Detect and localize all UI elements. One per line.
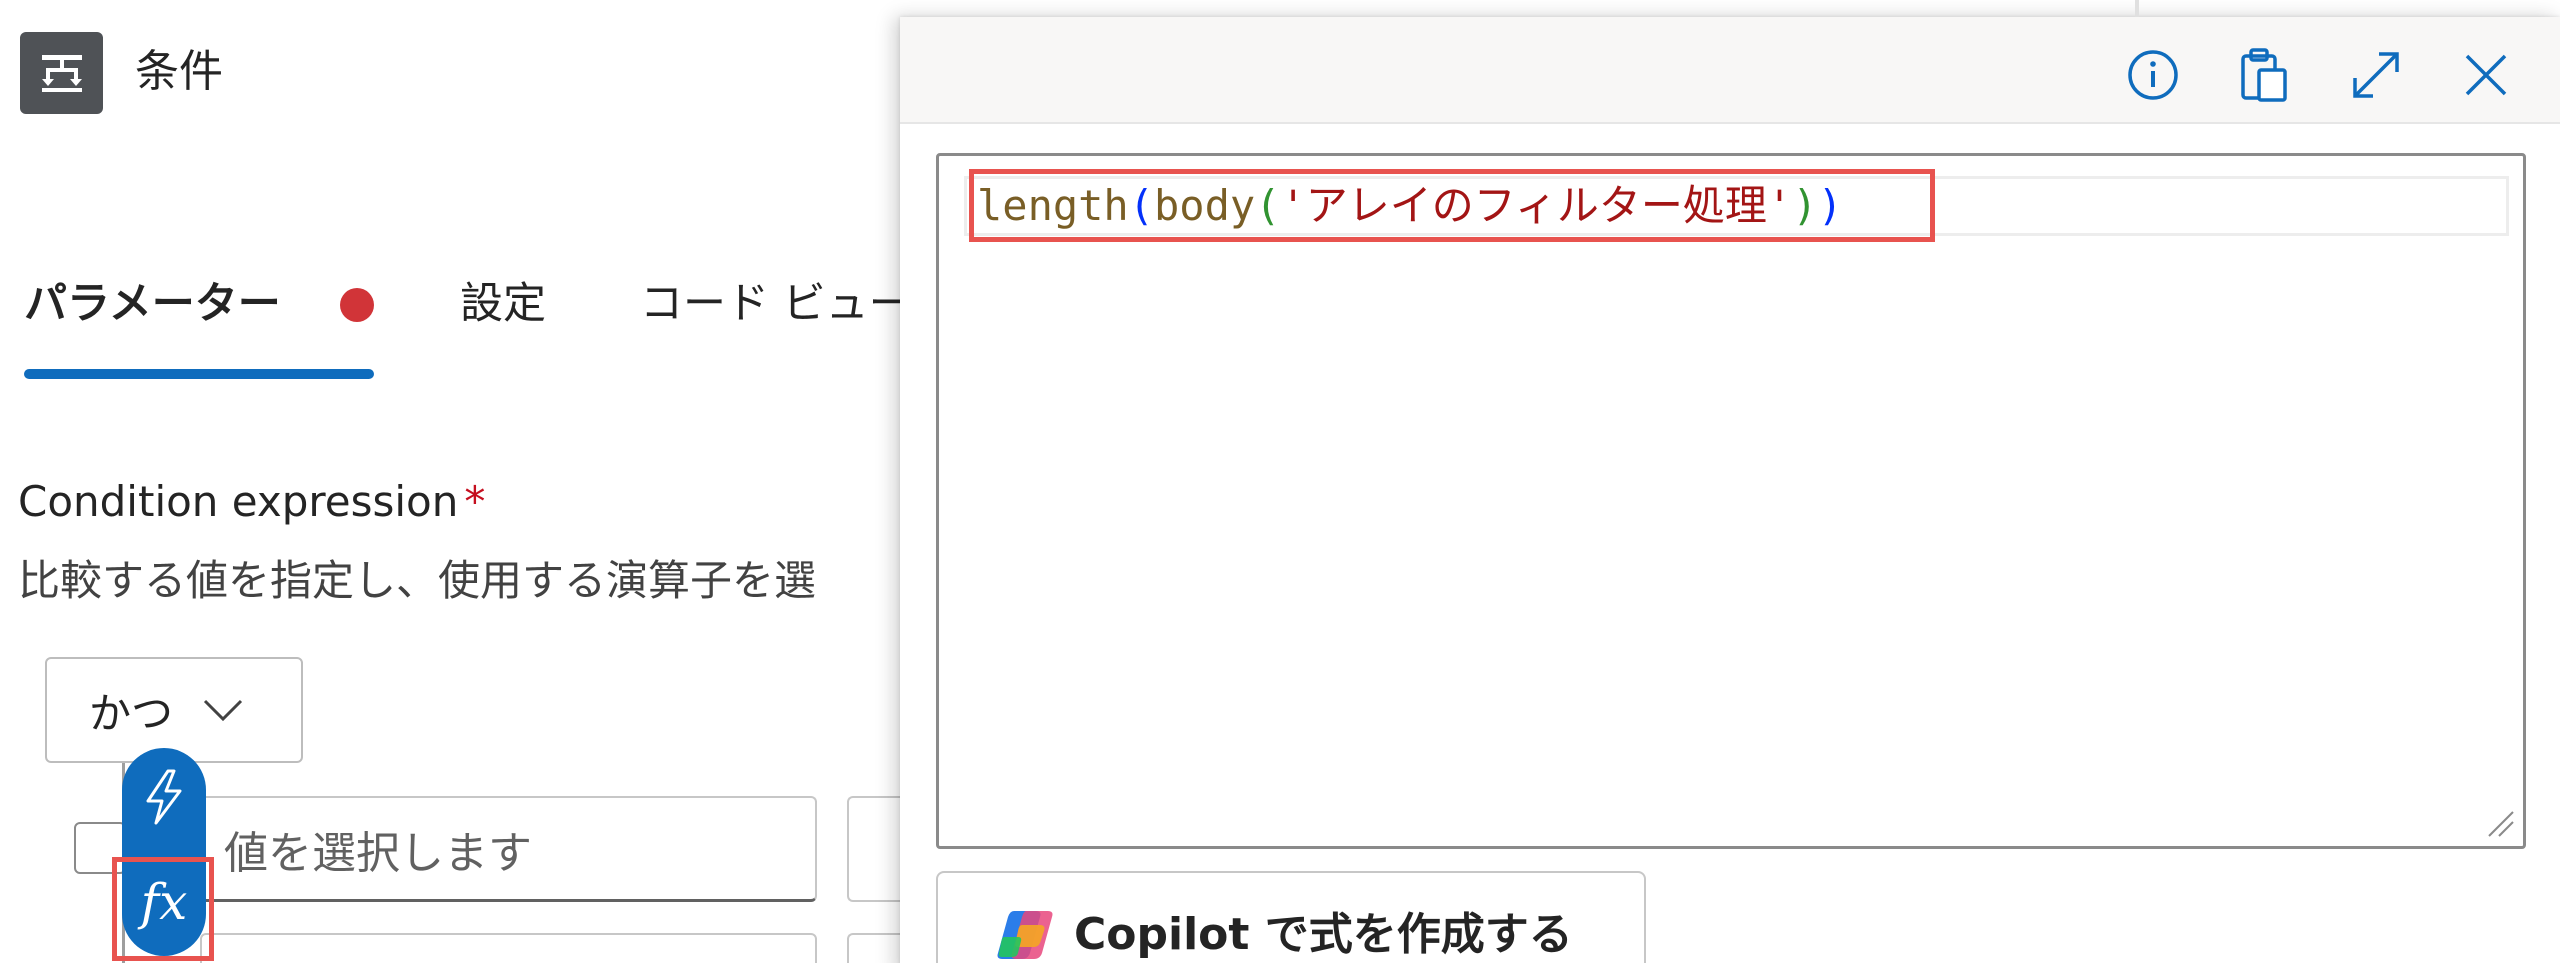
action-title: 条件	[135, 46, 223, 97]
value-placeholder: 値を選択します	[224, 827, 532, 879]
flyout-header	[900, 17, 2560, 124]
condition-icon	[20, 32, 103, 114]
group-operator-dropdown[interactable]: かつ	[45, 657, 303, 763]
condition-description: 比較する値を指定し、使用する演算子を選	[18, 556, 817, 605]
fx-highlight-box	[112, 857, 214, 961]
resize-grip-icon[interactable]	[2485, 808, 2515, 838]
value-input-second-row[interactable]	[200, 933, 817, 963]
error-indicator	[340, 288, 374, 322]
expression-highlight-box	[969, 169, 1935, 242]
tab-settings[interactable]: 設定	[460, 274, 546, 334]
lightning-icon[interactable]	[122, 755, 206, 839]
expression-editor-flyout: length(body('アレイのフィルター処理')) Copilot で式を作…	[900, 17, 2560, 963]
copilot-button-label: Copilot で式を作成する	[1074, 909, 1573, 960]
panel-divider	[2135, 0, 2139, 17]
required-marker: *	[464, 477, 486, 526]
copilot-icon	[997, 911, 1053, 959]
workflow-designer: 条件 パラメーター 設定 コード ビュー Condition expressio…	[0, 0, 2560, 963]
paste-icon[interactable]	[2234, 45, 2294, 105]
info-icon[interactable]	[2123, 45, 2183, 105]
condition-expression-label: Condition expression *	[18, 477, 486, 526]
value-input[interactable]: 値を選択します	[200, 796, 817, 902]
active-tab-indicator	[24, 369, 374, 379]
tab-parameters[interactable]: パラメーター	[24, 274, 281, 334]
tab-code-view[interactable]: コード ビュー	[640, 274, 912, 334]
expression-editor[interactable]: length(body('アレイのフィルター処理'))	[936, 153, 2526, 849]
expand-icon[interactable]	[2346, 45, 2406, 105]
chevron-down-icon	[203, 699, 243, 722]
copilot-create-expression-button[interactable]: Copilot で式を作成する	[936, 871, 1646, 963]
close-icon[interactable]	[2456, 45, 2516, 105]
group-operator-label: かつ	[89, 688, 174, 738]
